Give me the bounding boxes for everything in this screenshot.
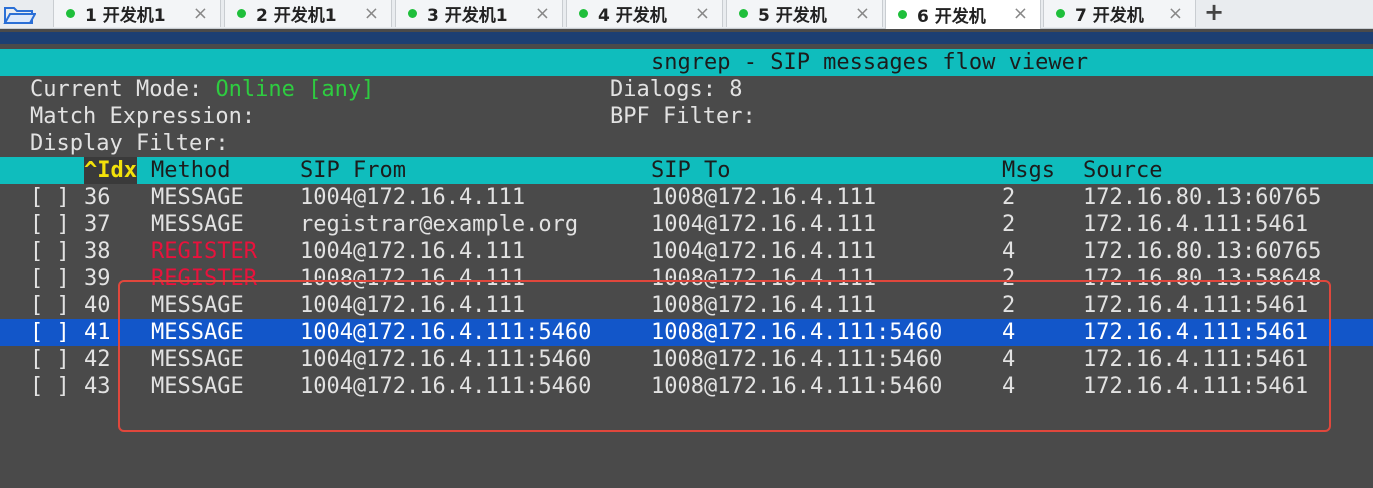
close-icon[interactable]: × [535,3,550,24]
dialogs-count: Dialogs: 8 [610,77,743,102]
connected-dot-icon [898,10,907,19]
close-icon[interactable]: × [1013,3,1028,24]
tab-label: 1 开发机1 [85,6,166,26]
tab-label: 6 开发机 [917,7,986,27]
column-header: ^Idx Method SIP From SIP To Msgs Source [0,157,1373,184]
connected-dot-icon [237,9,246,18]
row-msgs: 2 [1002,185,1016,210]
display-filter: Display Filter: [30,131,229,156]
tab-4[interactable]: 4 开发机 × [566,0,723,27]
row-to: 1008@172.16.4.111 [651,185,877,210]
tab-label: 3 开发机1 [427,6,508,26]
tab-6[interactable]: 6 开发机 × [885,0,1041,29]
tab-3[interactable]: 3 开发机1 × [395,0,563,27]
row-msgs: 4 [1002,239,1016,264]
close-icon[interactable]: × [1168,3,1183,24]
row-checkbox[interactable]: [ ] [30,265,70,292]
row-checkbox[interactable]: [ ] [30,184,70,211]
col-idx[interactable]: ^Idx [84,157,137,184]
row-to: 1004@172.16.4.111 [651,239,877,264]
row-checkbox[interactable]: [ ] [30,319,70,346]
row-source: 172.16.4.111:5461 [1083,212,1309,237]
row-to: 1004@172.16.4.111 [651,212,877,237]
tab-label: 2 开发机1 [256,6,337,26]
terminal-top-bar [0,32,1373,44]
tab-2[interactable]: 2 开发机1 × [224,0,392,27]
tab-7[interactable]: 7 开发机 × [1043,0,1196,27]
close-icon[interactable]: × [695,3,710,24]
row-idx: 38 [84,239,111,264]
mode-label: Current Mode: [30,77,216,102]
app-title: sngrep - SIP messages flow viewer [651,50,1089,75]
bpf-filter: BPF Filter: [610,104,756,129]
close-icon[interactable]: × [364,3,379,24]
tab-bar: 1 开发机1 × 2 开发机1 × 3 开发机1 × 4 开发机 × 5 开发机 × 6 … [0,0,1373,29]
row-idx: 37 [84,212,111,237]
connected-dot-icon [408,9,417,18]
table-row[interactable]: [ ] 38 REGISTER 1004@172.16.4.111 1004@1… [0,238,1373,265]
col-sip-to[interactable]: SIP To [651,157,730,184]
row-source: 172.16.80.13:60765 [1083,239,1322,264]
row-idx: 40 [84,293,111,318]
new-tab-button[interactable]: + [1204,0,1224,26]
close-icon[interactable]: × [855,3,870,24]
title-bar: sngrep - SIP messages flow viewer [0,49,1373,76]
col-msgs[interactable]: Msgs [1002,157,1055,184]
row-method: MESSAGE [151,212,244,237]
row-idx: 43 [84,374,111,399]
match-expression: Match Expression: [30,104,256,129]
row-msgs: 2 [1002,212,1016,237]
row-idx: 39 [84,266,111,291]
col-sip-from[interactable]: SIP From [300,157,406,184]
row-from: 1004@172.16.4.111 [300,185,526,210]
tab-label: 5 开发机 [758,6,827,26]
highlight-box [118,280,1331,432]
connected-dot-icon [739,9,748,18]
row-source: 172.16.80.13:60765 [1083,185,1322,210]
folder-icon[interactable] [2,2,36,26]
table-row[interactable]: [ ] 36 MESSAGE 1004@172.16.4.111 1008@17… [0,184,1373,211]
close-icon[interactable]: × [193,3,208,24]
col-method[interactable]: Method [151,157,230,184]
tab-1[interactable]: 1 开发机1 × [53,0,221,27]
row-checkbox[interactable]: [ ] [30,346,70,373]
connected-dot-icon [579,9,588,18]
tab-5[interactable]: 5 开发机 × [726,0,883,27]
row-from: registrar@example.org [300,212,579,237]
row-idx: 41 [84,320,111,345]
tab-label: 4 开发机 [598,6,667,26]
row-checkbox[interactable]: [ ] [30,373,70,400]
row-idx: 36 [84,185,111,210]
row-from: 1004@172.16.4.111 [300,239,526,264]
row-checkbox[interactable]: [ ] [30,292,70,319]
row-method: MESSAGE [151,185,244,210]
tab-label: 7 开发机 [1075,6,1144,26]
mode-value: Online [any] [215,77,375,102]
row-checkbox[interactable]: [ ] [30,238,70,265]
row-idx: 42 [84,347,111,372]
connected-dot-icon [1056,9,1065,18]
connected-dot-icon [66,9,75,18]
table-row[interactable]: [ ] 37 MESSAGE registrar@example.org 100… [0,211,1373,238]
row-method: REGISTER [151,239,257,264]
current-mode: Current Mode: Online [any] [30,76,374,103]
row-checkbox[interactable]: [ ] [30,211,70,238]
col-source[interactable]: Source [1083,157,1162,184]
